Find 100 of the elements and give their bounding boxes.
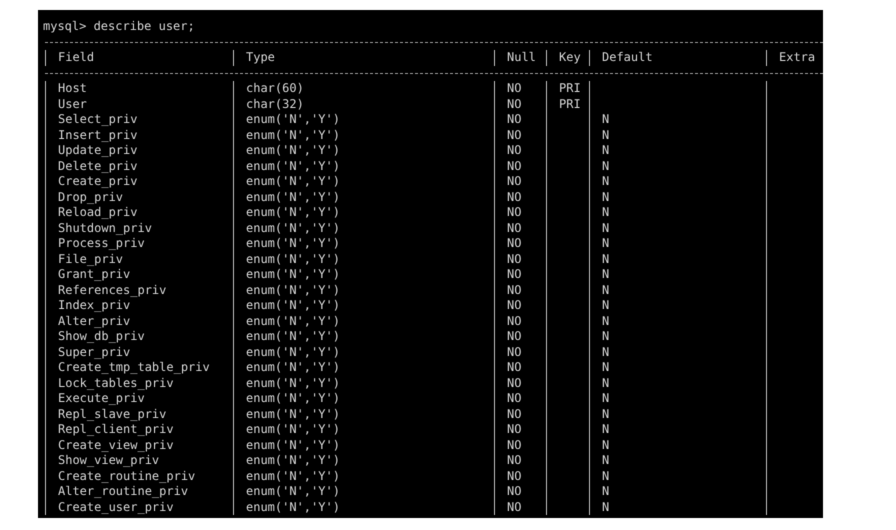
table-cell: NO [507, 438, 522, 453]
table-cell: enum('N','Y') [246, 376, 340, 391]
table-cell: References_priv [58, 282, 166, 298]
table-cell: NO [507, 329, 522, 344]
table-cell: N [602, 282, 610, 298]
table-cell: enum('N','Y') [246, 314, 340, 329]
table-cell: Select_priv [58, 112, 138, 128]
table-cell: NO [507, 453, 522, 468]
table-cell: N [602, 500, 610, 515]
table-cell: NO [507, 314, 522, 329]
table-cell: enum('N','Y') [246, 298, 340, 314]
table-cell: Grant_priv [58, 267, 130, 282]
table-cell: N [602, 112, 610, 128]
table-cell: Repl_client_priv [58, 422, 174, 438]
column-header: Extra [779, 50, 816, 66]
table-cell: enum('N','Y') [246, 329, 340, 344]
column-header: Default [602, 50, 653, 66]
table-cell: Delete_priv [58, 158, 138, 174]
table-cell: enum('N','Y') [246, 128, 340, 143]
table-cell: N [602, 453, 610, 468]
table-cell: NO [507, 220, 522, 236]
table-cell: enum('N','Y') [246, 453, 340, 468]
table-cell: NO [507, 267, 522, 282]
table-cell: NO [507, 205, 522, 220]
table-cell: Drop_priv [58, 190, 124, 205]
table-cell: enum('N','Y') [246, 220, 340, 236]
table-cell: Create_routine_priv [58, 468, 196, 484]
table-cell: Super_priv [58, 344, 130, 360]
table-cell: Shutdown_priv [58, 220, 152, 236]
table-cell: NO [507, 236, 522, 252]
table-cell: NO [507, 174, 522, 190]
column-header: Null [507, 50, 536, 66]
table-cell: N [602, 128, 610, 143]
table-cell: NO [507, 391, 522, 406]
column-header: Type [246, 50, 275, 66]
table-cell: Alter_routine_priv [58, 484, 188, 500]
table-cell: Execute_priv [58, 391, 145, 406]
table-cell: N [602, 143, 610, 158]
table-cell: N [602, 190, 610, 205]
table-cell: PRI [559, 81, 581, 96]
table-cell: N [602, 174, 610, 190]
table-cell: enum('N','Y') [246, 158, 340, 174]
table-cell: N [602, 422, 610, 438]
table-cell: Create_user_priv [58, 500, 174, 515]
table-cell: enum('N','Y') [246, 344, 340, 360]
table-cell: char(32) [246, 96, 304, 112]
table-cell: enum('N','Y') [246, 282, 340, 298]
column-header: Key [559, 50, 581, 66]
table-cell: enum('N','Y') [246, 484, 340, 500]
table-cell: N [602, 205, 610, 220]
table-cell: Show_view_priv [58, 453, 160, 468]
table-cell: enum('N','Y') [246, 267, 340, 282]
table-cell: N [602, 406, 610, 422]
table-cell: N [602, 376, 610, 391]
table-cell: enum('N','Y') [246, 438, 340, 453]
table-cell: N [602, 391, 610, 406]
table-cell: enum('N','Y') [246, 422, 340, 438]
table-cell: N [602, 329, 610, 344]
table-cell: enum('N','Y') [246, 174, 340, 190]
table-cell: Lock_tables_priv [58, 376, 174, 391]
column-header: Field [58, 50, 94, 66]
table-cell: char(60) [246, 81, 304, 96]
table-cell: Repl_slave_priv [58, 406, 166, 422]
table-cell: NO [507, 128, 522, 143]
table-cell: NO [507, 468, 522, 484]
table-cell: Create_view_priv [58, 438, 174, 453]
table-cell: enum('N','Y') [246, 391, 340, 406]
table-cell: N [602, 344, 610, 360]
table-cell: enum('N','Y') [246, 190, 340, 205]
table-cell: enum('N','Y') [246, 236, 340, 252]
command-line: mysql> describe user; [43, 19, 195, 34]
table-cell: enum('N','Y') [246, 205, 340, 220]
table-cell: N [602, 298, 610, 314]
table-cell: Create_priv [58, 174, 138, 190]
table-cell: File_priv [58, 252, 124, 267]
table-cell: NO [507, 96, 522, 112]
table-cell: NO [507, 298, 522, 314]
table-cell: Host [58, 81, 87, 96]
table-cell: Reload_priv [58, 205, 138, 220]
table-cell: N [602, 158, 610, 174]
table-cell: NO [507, 422, 522, 438]
table-cell: NO [507, 143, 522, 158]
table-cell: N [602, 468, 610, 484]
table-cell: NO [507, 112, 522, 128]
table-cell: N [602, 438, 610, 453]
table-cell: NO [507, 344, 522, 360]
table-cell: NO [507, 376, 522, 391]
table-cell: NO [507, 500, 522, 515]
table-cell: Alter_priv [58, 314, 130, 329]
table-cell: Update_priv [58, 143, 138, 158]
table-cell: N [602, 267, 610, 282]
table-cell: Show_db_priv [58, 329, 145, 344]
table-cell: NO [507, 81, 522, 96]
table-cell: enum('N','Y') [246, 468, 340, 484]
table-cell: Process_priv [58, 236, 145, 252]
table-cell: enum('N','Y') [246, 143, 340, 158]
table-cell: Insert_priv [58, 128, 138, 143]
table-cell: NO [507, 282, 522, 298]
table-cell: enum('N','Y') [246, 360, 340, 376]
table-cell: NO [507, 252, 522, 267]
